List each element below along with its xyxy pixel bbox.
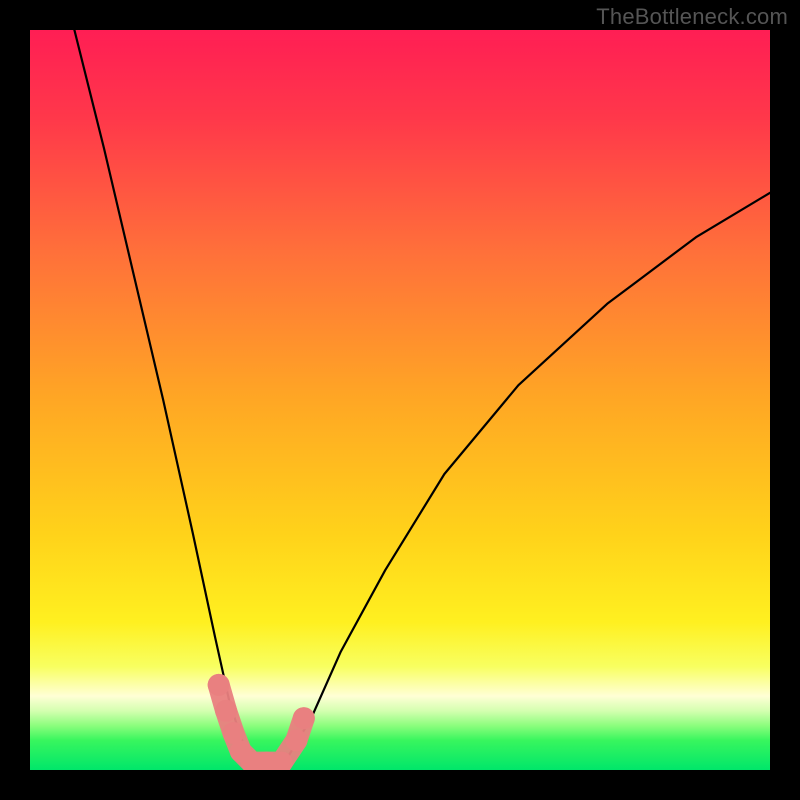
watermark-text: TheBottleneck.com [596,4,788,30]
highlight-dot [285,729,307,751]
plot-area [30,30,770,770]
highlight-dot [208,674,230,696]
gradient-bg [30,30,770,770]
highlight-dot [215,700,237,722]
highlight-dot [293,707,315,729]
chart-frame: TheBottleneck.com [0,0,800,800]
bottleneck-chart [30,30,770,770]
